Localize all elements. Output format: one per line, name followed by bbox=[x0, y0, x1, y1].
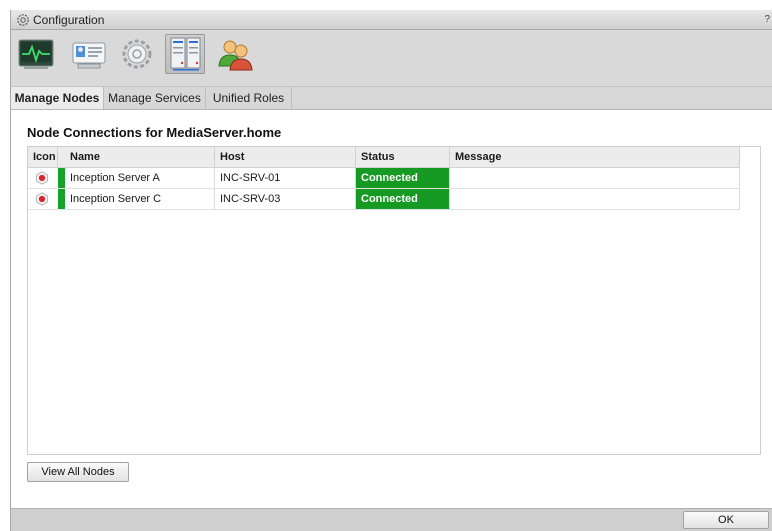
node-message bbox=[450, 189, 740, 209]
view-all-nodes-button[interactable]: View All Nodes bbox=[27, 462, 129, 482]
activity-monitor-icon[interactable] bbox=[16, 34, 56, 74]
node-message bbox=[450, 168, 740, 188]
node-connections-table: Icon Name Host Status Message Inception … bbox=[27, 146, 761, 455]
title-bar: Configuration ? bbox=[11, 10, 772, 30]
node-hex-icon bbox=[35, 192, 49, 206]
id-card-icon[interactable] bbox=[69, 34, 109, 74]
table-row[interactable]: Inception Server C INC-SRV-03 Connected bbox=[28, 189, 740, 210]
help-button[interactable]: ? bbox=[764, 14, 770, 25]
node-host: INC-SRV-01 bbox=[215, 168, 356, 188]
window-title: Configuration bbox=[33, 13, 105, 27]
settings-gears-icon[interactable] bbox=[117, 34, 157, 74]
node-hex-icon bbox=[35, 171, 49, 185]
configuration-window: Configuration ? Manage Nodes Manage Serv… bbox=[10, 10, 772, 531]
table-row[interactable]: Inception Server A INC-SRV-01 Connected bbox=[28, 168, 740, 189]
tab-manage-nodes[interactable]: Manage Nodes bbox=[11, 87, 104, 109]
users-icon[interactable] bbox=[215, 34, 255, 74]
status-indicator bbox=[58, 189, 65, 209]
status-badge: Connected bbox=[356, 189, 450, 209]
page-title: Node Connections for MediaServer.home bbox=[27, 125, 282, 140]
column-header-message[interactable]: Message bbox=[450, 147, 740, 167]
table-header: Icon Name Host Status Message bbox=[28, 147, 740, 168]
column-header-icon[interactable]: Icon bbox=[28, 147, 58, 167]
footer-bar: OK bbox=[11, 508, 772, 531]
status-indicator bbox=[58, 168, 65, 188]
gear-icon bbox=[17, 14, 29, 26]
node-name: Inception Server A bbox=[65, 168, 215, 188]
node-name: Inception Server C bbox=[65, 189, 215, 209]
column-header-status[interactable]: Status bbox=[356, 147, 450, 167]
column-header-host[interactable]: Host bbox=[215, 147, 356, 167]
status-badge: Connected bbox=[356, 168, 450, 188]
node-host: INC-SRV-03 bbox=[215, 189, 356, 209]
ok-button[interactable]: OK bbox=[683, 511, 769, 529]
server-rack-icon[interactable] bbox=[165, 34, 205, 74]
tab-unified-roles[interactable]: Unified Roles bbox=[206, 87, 292, 109]
tab-manage-services[interactable]: Manage Services bbox=[104, 87, 206, 109]
column-header-name[interactable]: Name bbox=[65, 147, 215, 167]
tab-bar: Manage Nodes Manage Services Unified Rol… bbox=[11, 87, 772, 110]
icon-toolbar bbox=[11, 30, 772, 87]
